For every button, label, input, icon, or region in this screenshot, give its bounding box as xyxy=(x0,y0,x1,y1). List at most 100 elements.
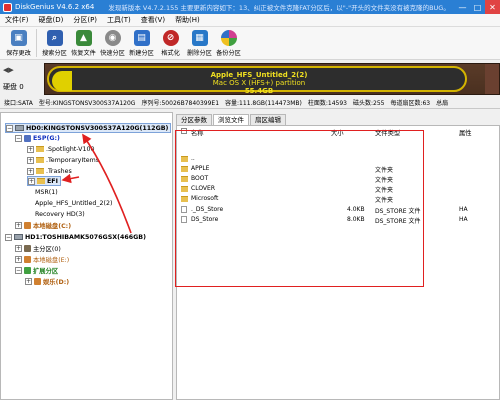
tree-item-hd0[interactable]: − HD0:KINGSTONSV300S37A120G(112GB) xyxy=(5,123,172,133)
expand-icon[interactable]: + xyxy=(27,156,34,164)
backup-partition-button[interactable]: 备份分区 xyxy=(214,27,243,59)
expand-icon[interactable]: + xyxy=(27,145,34,153)
folder-icon xyxy=(181,196,188,202)
expand-icon[interactable]: + xyxy=(28,177,35,185)
save-changes-button[interactable]: ▣ 保存更改 xyxy=(4,27,33,59)
recover-file-icon: ▲ xyxy=(75,30,92,46)
menu-view[interactable]: 查看(V) xyxy=(136,15,170,25)
folder-icon xyxy=(181,176,188,182)
tree-item-primary[interactable]: + 主分区(0) xyxy=(15,243,61,253)
tree-item-esp[interactable]: − ESP(G:) xyxy=(15,133,60,143)
folder-icon xyxy=(37,178,45,184)
file-list-header: 名称 大小 文件类型 属性 xyxy=(177,128,500,138)
expand-icon[interactable]: + xyxy=(15,221,22,229)
right-panel: 分区参数 浏览文件 扇区编辑 名称 大小 文件类型 属性 .. APPLE 文件… xyxy=(174,112,500,400)
tree-item-hd1[interactable]: − HD1:TOSHIBAMK5076GSX(466GB) xyxy=(5,232,146,242)
file-row[interactable]: Microsoft 文件夹 xyxy=(177,195,500,204)
partition-icon xyxy=(24,221,31,229)
collapse-icon[interactable]: − xyxy=(15,266,22,274)
tree-item-recovery[interactable]: Recovery HD(3) xyxy=(25,209,85,219)
menu-partition[interactable]: 分区(P) xyxy=(68,15,102,25)
tree-item-leisure[interactable]: + 娱乐(D:) xyxy=(25,276,69,286)
tree-item-efi[interactable]: + EFI xyxy=(27,176,61,186)
partition-icon xyxy=(24,266,31,274)
tab-partition-params[interactable]: 分区参数 xyxy=(176,114,212,125)
file-list: 名称 大小 文件类型 属性 .. APPLE 文件夹 BOOT 文件夹 CLOV… xyxy=(176,125,500,400)
maximize-button[interactable]: □ xyxy=(470,0,485,14)
tree-item-extended[interactable]: − 扩展分区 xyxy=(15,265,58,275)
collapse-icon[interactable]: − xyxy=(15,134,22,142)
search-partition-button[interactable]: ⌕ 搜索分区 xyxy=(40,27,69,59)
file-name: BOOT xyxy=(191,175,209,182)
tree-item-spotlight[interactable]: + .Spotlight-V100 xyxy=(27,144,95,154)
tree-item-temporary[interactable]: + .TemporaryItems xyxy=(27,155,99,165)
partition-tail-block[interactable] xyxy=(485,64,499,94)
search-partition-label: 搜索分区 xyxy=(42,50,67,57)
file-row[interactable]: .. xyxy=(177,155,500,164)
tree-label-primary: 主分区(0) xyxy=(33,245,61,253)
file-type: 文件夹 xyxy=(375,177,394,184)
tree-item-trashes[interactable]: + .Trashes xyxy=(27,166,72,176)
partition-bar[interactable]: Apple_HFS_Untitled_2(2) Mac OS X (HFS+) … xyxy=(44,63,500,95)
tree-item-msr[interactable]: MSR(1) xyxy=(25,187,58,197)
delete-partition-icon: ▦ xyxy=(191,30,208,46)
tree-item-apple[interactable]: Apple_HFS_Untitled_2(2) xyxy=(25,198,112,208)
file-name: .. xyxy=(191,155,195,162)
folder-icon xyxy=(36,168,44,174)
file-icon xyxy=(181,216,187,223)
file-attr: HA xyxy=(459,206,468,213)
tree-label-extended: 扩展分区 xyxy=(33,267,59,275)
expand-icon[interactable]: + xyxy=(15,244,22,252)
select-all-checkbox[interactable] xyxy=(181,128,187,134)
new-partition-button[interactable]: ▤ 新建分区 xyxy=(127,27,156,59)
backup-partition-label: 备份分区 xyxy=(216,50,241,57)
file-row[interactable]: BOOT 文件夹 xyxy=(177,175,500,184)
file-size: 4.0KB xyxy=(347,206,365,213)
file-row[interactable]: APPLE 文件夹 xyxy=(177,165,500,174)
header-checkbox[interactable] xyxy=(181,128,189,135)
menu-tools[interactable]: 工具(T) xyxy=(102,15,136,25)
quick-partition-button[interactable]: ◉ 快速分区 xyxy=(98,27,127,59)
selected-partition[interactable]: Apple_HFS_Untitled_2(2) Mac OS X (HFS+) … xyxy=(47,66,469,95)
recover-file-button[interactable]: ▲ 恢复文件 xyxy=(69,27,98,59)
expand-icon[interactable]: + xyxy=(15,255,22,263)
collapse-icon[interactable]: − xyxy=(5,233,12,241)
search-partition-icon: ⌕ xyxy=(46,30,63,46)
update-notice[interactable]: 发现新版本 V4.7.2.155 主要更新内容如下：13、纠正被文件克隆FAT分… xyxy=(108,2,455,12)
menu-disk[interactable]: 硬盘(D) xyxy=(34,15,69,25)
partition-info: Apple_HFS_Untitled_2(2) Mac OS X (HFS+) … xyxy=(49,71,469,95)
menu-file[interactable]: 文件(F) xyxy=(0,15,34,25)
toolbar: ▣ 保存更改 ⌕ 搜索分区 ▲ 恢复文件 ◉ 快速分区 ▤ 新建分区 ⊘ 格式化… xyxy=(0,27,500,60)
hard-disk-icon xyxy=(14,234,23,240)
file-row[interactable]: DS_Store 8.0KB DS_STORE 文件 HA xyxy=(177,216,500,225)
new-partition-icon: ▤ xyxy=(133,30,150,46)
app-logo-icon xyxy=(3,2,12,12)
toolbar-separator xyxy=(36,29,37,57)
header-type[interactable]: 文件类型 xyxy=(375,128,400,137)
file-row[interactable]: ._DS_Store 4.0KB DS_STORE 文件 HA xyxy=(177,206,500,215)
format-button[interactable]: ⊘ 格式化 xyxy=(156,27,185,59)
file-row[interactable]: CLOVER 文件夹 xyxy=(177,185,500,194)
header-size[interactable]: 大小 xyxy=(331,128,344,137)
expand-icon[interactable]: + xyxy=(25,277,32,285)
folder-icon xyxy=(181,166,188,172)
collapse-icon[interactable]: − xyxy=(6,124,13,132)
header-name[interactable]: 名称 xyxy=(191,128,204,137)
tab-browse-files[interactable]: 浏览文件 xyxy=(213,114,249,125)
tab-sector-editor[interactable]: 扇区编辑 xyxy=(250,114,286,125)
close-button[interactable]: ✕ xyxy=(485,0,500,14)
tree-item-local-c[interactable]: + 本地磁盘(C:) xyxy=(15,220,71,230)
header-attr[interactable]: 属性 xyxy=(459,128,472,137)
menu-help[interactable]: 帮助(H) xyxy=(170,15,205,25)
tree-label-efi: EFI xyxy=(47,177,58,185)
disk-nav-arrows-icon[interactable]: ◀▶ xyxy=(3,66,14,74)
tree-label-msr: MSR(1) xyxy=(35,188,58,196)
tree-item-local-e[interactable]: + 本地磁盘(E:) xyxy=(15,254,69,264)
file-type: DS_STORE 文件 xyxy=(375,208,421,215)
tree-label-apple: Apple_HFS_Untitled_2(2) xyxy=(35,199,113,207)
partition-fs: Mac OS X (HFS+) partition xyxy=(212,79,306,87)
format-label: 格式化 xyxy=(161,50,180,57)
minimize-button[interactable]: — xyxy=(455,0,470,14)
delete-partition-button[interactable]: ▦ 删除分区 xyxy=(185,27,214,59)
expand-icon[interactable]: + xyxy=(27,167,34,175)
